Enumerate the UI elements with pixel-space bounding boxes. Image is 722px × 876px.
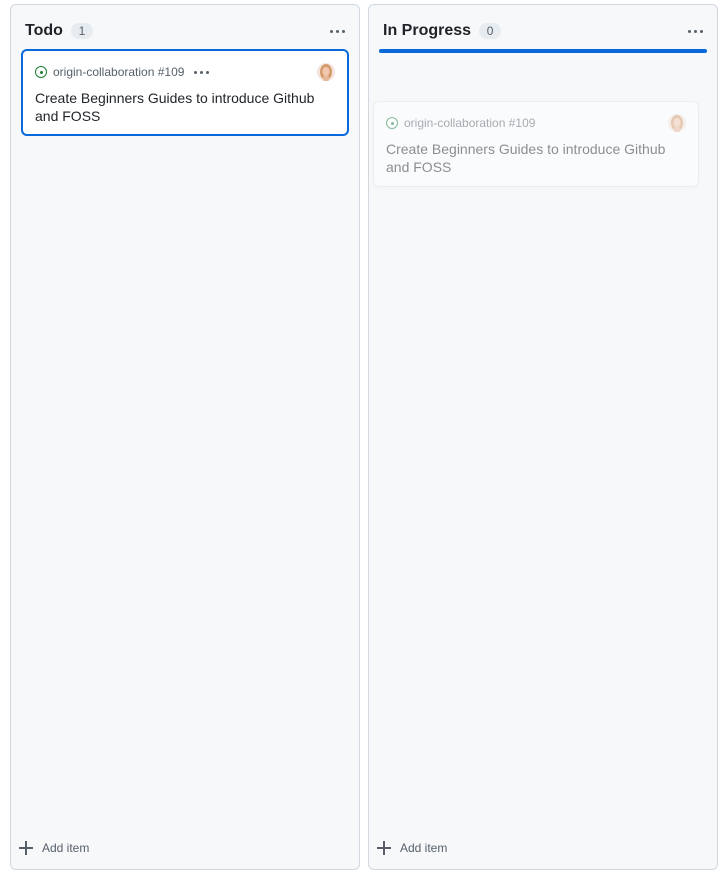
- column-count-badge: 0: [479, 23, 502, 39]
- issue-opened-icon: [35, 66, 47, 78]
- column-title: In Progress: [383, 22, 472, 39]
- card-meta: origin-collaboration #109: [35, 63, 335, 81]
- drag-preview-card[interactable]: origin-collaboration #109 Create Beginne…: [373, 101, 699, 187]
- card-repo-reference: origin-collaboration #109: [404, 116, 536, 130]
- drop-indicator: [379, 49, 707, 53]
- add-item-button[interactable]: Add item: [19, 839, 89, 857]
- column-title: Todo: [25, 22, 63, 39]
- card-title: Create Beginners Guides to introduce Git…: [386, 141, 666, 175]
- column-menu-button[interactable]: [325, 19, 349, 43]
- assignee-avatar: [668, 114, 686, 132]
- column-in-progress: In Progress 0 origin-collaboration #109 …: [368, 4, 718, 870]
- column-header: In Progress 0: [383, 19, 707, 43]
- assignee-avatar[interactable]: [317, 63, 335, 81]
- kebab-horizontal-icon: [687, 29, 703, 33]
- column-menu-button[interactable]: [683, 19, 707, 43]
- issue-card[interactable]: origin-collaboration #109 Create Beginne…: [21, 49, 349, 136]
- issue-opened-icon: [386, 117, 398, 129]
- add-item-button[interactable]: Add item: [377, 839, 447, 857]
- column-todo: Todo 1 origin-collaboration #109 Create …: [10, 4, 360, 870]
- column-count-badge: 1: [70, 23, 93, 39]
- add-item-label: Add item: [42, 841, 90, 855]
- card-title[interactable]: Create Beginners Guides to introduce Git…: [35, 89, 335, 125]
- plus-icon: [19, 841, 33, 855]
- add-item-label: Add item: [400, 841, 448, 855]
- card-menu-button[interactable]: [192, 69, 211, 76]
- plus-icon: [377, 841, 391, 855]
- card-repo-reference[interactable]: origin-collaboration #109: [53, 65, 184, 79]
- column-header: Todo 1: [25, 19, 349, 43]
- card-meta: origin-collaboration #109: [386, 114, 686, 132]
- kebab-horizontal-icon: [329, 29, 345, 33]
